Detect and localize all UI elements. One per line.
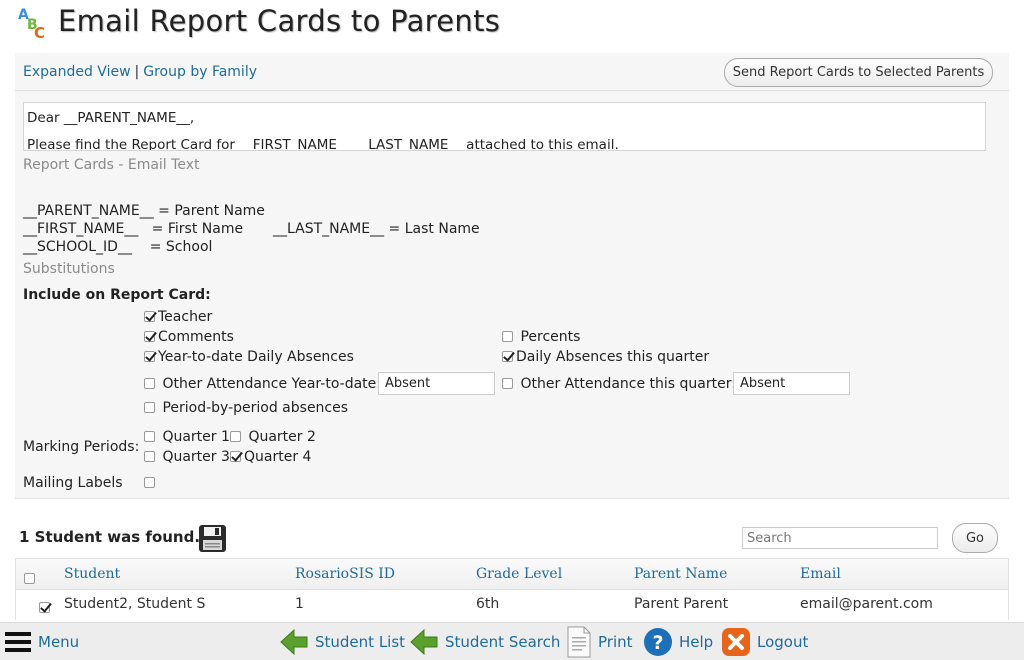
help-label: Help	[679, 633, 714, 651]
group-by-family-link[interactable]: Group by Family	[143, 64, 257, 80]
print-icon	[567, 626, 591, 658]
save-icon[interactable]	[198, 524, 227, 553]
comments-option[interactable]: Comments	[144, 329, 234, 345]
cell-student[interactable]: Student2, Student S	[64, 596, 205, 612]
cell-parent-name: Parent Parent	[634, 596, 729, 612]
daily-absences-quarter-checkbox[interactable]	[502, 350, 513, 362]
help-icon: ?	[644, 628, 672, 656]
logout-icon	[722, 628, 750, 656]
other-att-ytd-checkbox[interactable]	[144, 377, 155, 389]
other-att-quarter-label: Other Attendance this quarter:	[520, 376, 736, 392]
quarter-4-label: Quarter 4	[244, 449, 312, 465]
menu-label: Menu	[38, 633, 80, 651]
percents-label: Percents	[520, 329, 581, 345]
column-header-email[interactable]: Email	[800, 566, 841, 582]
period-absences-option[interactable]: Period-by-period absences	[144, 400, 348, 416]
email-line-1: Dear __PARENT_NAME__,	[27, 110, 195, 126]
ytd-daily-absences-checkbox[interactable]	[144, 350, 155, 362]
other-att-ytd-option[interactable]: Other Attendance Year-to-date:	[144, 376, 381, 392]
column-header-rosariosis-id[interactable]: RosarioSIS ID	[295, 566, 395, 582]
quarter-2-option[interactable]: Quarter 2	[230, 429, 316, 445]
mailing-labels-checkbox[interactable]	[144, 476, 155, 488]
period-absences-checkbox[interactable]	[144, 401, 155, 413]
email-text-legend: Report Cards - Email Text	[23, 157, 200, 173]
daily-absences-quarter-label: Daily Absences this quarter	[516, 349, 710, 365]
percents-checkbox[interactable]	[502, 330, 513, 342]
period-absences-label: Period-by-period absences	[162, 400, 349, 416]
marking-periods-label: Marking Periods:	[23, 439, 140, 455]
teacher-option[interactable]: Teacher	[144, 309, 212, 325]
ytd-daily-absences-option[interactable]: Year-to-date Daily Absences	[144, 349, 354, 365]
comments-label: Comments	[158, 329, 234, 345]
abc-icon: A B C	[18, 7, 45, 39]
substitution-school-id: __SCHOOL_ID__ = School	[23, 239, 213, 255]
menu-icon	[5, 632, 31, 652]
column-header-student[interactable]: Student	[64, 566, 120, 582]
svg-text:?: ?	[652, 632, 663, 654]
substitution-last-name: __LAST_NAME__ = Last Name	[273, 221, 480, 237]
substitutions-legend: Substitutions	[23, 261, 115, 277]
quarter-1-option[interactable]: Quarter 1	[144, 429, 230, 445]
logout-button[interactable]: Logout	[721, 623, 808, 660]
bottom-bar: Menu Student List Student Search Print ?…	[0, 622, 1024, 660]
student-search-button[interactable]: Student Search	[409, 623, 560, 660]
row-select-checkbox[interactable]	[39, 601, 51, 613]
quarter-3-option[interactable]: Quarter 3	[144, 449, 230, 465]
teacher-label: Teacher	[158, 309, 213, 325]
page-title: Email Report Cards to Parents	[58, 4, 501, 38]
logout-label: Logout	[757, 633, 809, 651]
daily-absences-quarter-option[interactable]: Daily Absences this quarter	[502, 349, 709, 365]
cell-grade-level: 6th	[476, 596, 500, 612]
quarter-2-label: Quarter 2	[248, 429, 316, 445]
back-arrow-icon	[280, 628, 308, 656]
percents-option[interactable]: Percents	[502, 329, 580, 345]
print-label: Print	[598, 633, 633, 651]
cell-email: email@parent.com	[800, 596, 933, 612]
student-list-label: Student List	[315, 633, 406, 651]
go-button[interactable]: Go	[952, 523, 998, 553]
quarter-3-checkbox[interactable]	[144, 450, 155, 462]
mailing-labels-option[interactable]	[144, 475, 158, 491]
students-found-count: 1 Student was found.	[19, 528, 201, 546]
other-att-ytd-label: Other Attendance Year-to-date:	[162, 376, 381, 392]
other-att-quarter-checkbox[interactable]	[502, 377, 513, 389]
select-all-checkbox[interactable]	[24, 572, 35, 584]
include-heading: Include on Report Card:	[23, 287, 211, 303]
mailing-labels-label: Mailing Labels	[23, 475, 123, 491]
column-header-grade-level[interactable]: Grade Level	[476, 566, 562, 582]
email-line-2: Please find the Report Card for __FIRST_…	[27, 137, 619, 151]
email-text-area[interactable]: Dear __PARENT_NAME__, Please find the Re…	[23, 102, 986, 151]
search-input[interactable]	[742, 527, 938, 549]
substitution-parent-name: __PARENT_NAME__ = Parent Name	[23, 203, 265, 219]
substitution-first-name: __FIRST_NAME__ = First Name	[23, 221, 244, 237]
ytd-daily-absences-label: Year-to-date Daily Absences	[158, 349, 354, 365]
other-att-quarter-input[interactable]	[733, 372, 850, 395]
help-button[interactable]: ? Help	[643, 623, 713, 660]
link-separator: |	[134, 64, 140, 80]
other-att-quarter-option[interactable]: Other Attendance this quarter:	[502, 376, 736, 392]
back-arrow-icon	[410, 628, 438, 656]
cell-rosariosis-id: 1	[295, 596, 304, 612]
svg-text:C: C	[34, 24, 45, 39]
quarter-4-checkbox[interactable]	[230, 450, 241, 462]
print-button[interactable]: Print	[566, 623, 633, 660]
student-list-button[interactable]: Student List	[279, 623, 405, 660]
quarter-4-option[interactable]: Quarter 4	[230, 449, 311, 465]
quarter-1-label: Quarter 1	[162, 429, 230, 445]
quarter-3-label: Quarter 3	[162, 449, 230, 465]
student-search-label: Student Search	[445, 633, 561, 651]
column-header-parent-name[interactable]: Parent Name	[634, 566, 727, 582]
comments-checkbox[interactable]	[144, 330, 155, 342]
expanded-view-link[interactable]: Expanded View	[23, 64, 131, 80]
teacher-checkbox[interactable]	[144, 310, 155, 322]
menu-button[interactable]: Menu	[4, 623, 79, 660]
other-att-ytd-input[interactable]	[378, 372, 495, 395]
view-links: Expanded View | Group by Family	[23, 64, 257, 80]
quarter-1-checkbox[interactable]	[144, 430, 155, 442]
quarter-2-checkbox[interactable]	[230, 430, 241, 442]
send-report-cards-button[interactable]: Send Report Cards to Selected Parents	[724, 58, 993, 87]
